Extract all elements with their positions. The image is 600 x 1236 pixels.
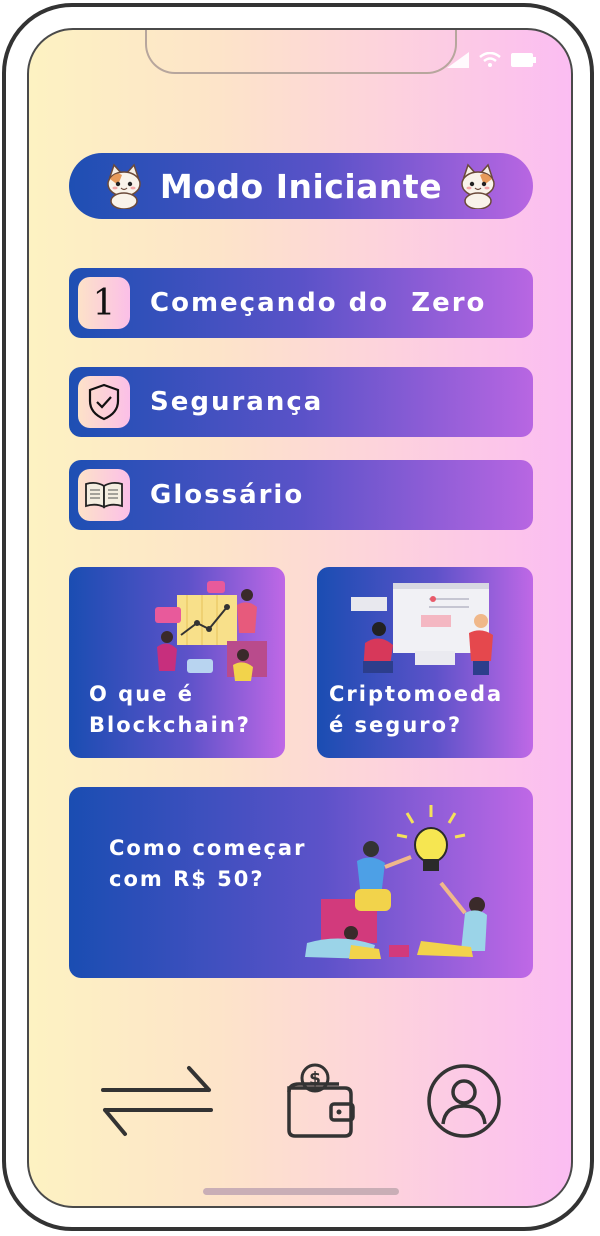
menu-item-glossary[interactable]: Glossário (69, 460, 533, 530)
card-how-to-start-50[interactable]: Como começar com R$ 50? (69, 787, 533, 978)
menu-item-label: Começando do Zero (150, 288, 487, 318)
card-title-line: Blockchain? (89, 713, 251, 737)
number-one-icon: 1 (78, 277, 130, 329)
idea-team-illustration (305, 805, 487, 959)
shield-check-icon (88, 383, 120, 421)
card-title-line: é seguro? (329, 713, 463, 737)
cat-icon (107, 163, 141, 209)
status-bar (447, 52, 537, 68)
presentation-illustration (351, 583, 493, 675)
card-title-line: O que é (89, 682, 194, 706)
team-chart-illustration (155, 581, 267, 681)
arrows-exchange-icon[interactable] (99, 1062, 215, 1142)
cat-icon (461, 163, 495, 209)
page-title: Modo Iniciante (159, 166, 443, 206)
app-screen: Modo Iniciante 1 Começando do Zero Segur… (27, 28, 573, 1208)
card-title-line: Como começar (109, 836, 307, 860)
battery-icon (511, 53, 536, 67)
card-is-crypto-safe[interactable]: Criptomoeda é seguro? (317, 567, 533, 758)
card-title-line: Criptomoeda (329, 682, 504, 706)
menu-item-starting-from-zero[interactable]: 1 Começando do Zero (69, 268, 533, 338)
user-circle-icon[interactable] (425, 1062, 503, 1140)
wifi-icon (479, 52, 501, 67)
phone-notch (145, 30, 457, 74)
menu-item-security[interactable]: Segurança (69, 367, 533, 437)
card-title-line: com R$ 50? (109, 867, 265, 891)
menu-item-label: Glossário (150, 480, 305, 510)
signal-icon (447, 52, 469, 68)
menu-item-label: Segurança (150, 387, 324, 417)
book-icon (85, 481, 123, 509)
card-what-is-blockchain[interactable]: O que é Blockchain? (69, 567, 285, 758)
home-indicator[interactable] (203, 1188, 399, 1195)
svg-text:$: $ (309, 1069, 321, 1089)
wallet-dollar-icon[interactable]: $ (281, 1062, 357, 1142)
mode-title-banner: Modo Iniciante (69, 153, 533, 219)
